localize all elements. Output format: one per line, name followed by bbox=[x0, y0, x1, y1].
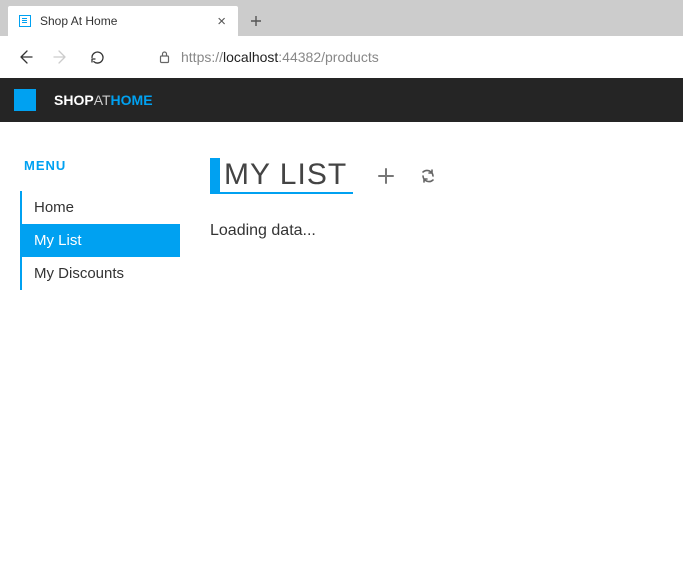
plus-icon bbox=[377, 167, 395, 185]
sidebar-item-my-discounts[interactable]: My Discounts bbox=[22, 257, 180, 290]
new-tab-button[interactable] bbox=[242, 6, 270, 36]
page-title-block: MY LIST bbox=[210, 158, 353, 194]
main-panel: MY LIST Loading data... bbox=[200, 158, 683, 290]
browser-chrome: Shop At Home × https://localhost:44382/p… bbox=[0, 0, 683, 78]
browser-toolbar: https://localhost:44382/products bbox=[0, 36, 683, 78]
loading-text: Loading data... bbox=[210, 222, 673, 240]
tab-title: Shop At Home bbox=[40, 14, 215, 28]
browser-tab[interactable]: Shop At Home × bbox=[8, 6, 238, 36]
url-scheme: https:// bbox=[181, 49, 223, 65]
address-bar[interactable]: https://localhost:44382/products bbox=[148, 42, 673, 72]
menu-heading: MENU bbox=[20, 158, 180, 173]
sidebar-item-home[interactable]: Home bbox=[22, 191, 180, 224]
plus-icon bbox=[250, 15, 262, 27]
lock-icon bbox=[158, 50, 171, 64]
brand-word-1: SHOP bbox=[54, 92, 94, 108]
url-path: :44382/products bbox=[278, 49, 378, 65]
page-title-row: MY LIST bbox=[210, 158, 673, 194]
refresh-button[interactable] bbox=[82, 42, 112, 72]
brand-word-3: HOME bbox=[111, 92, 153, 108]
title-accent-bar bbox=[210, 158, 220, 192]
app-header: SHOPATHOME bbox=[0, 78, 683, 122]
tab-strip: Shop At Home × bbox=[0, 0, 683, 36]
url-text: https://localhost:44382/products bbox=[181, 49, 379, 65]
forward-button bbox=[46, 42, 76, 72]
add-button[interactable] bbox=[377, 167, 395, 185]
refresh-list-button[interactable] bbox=[419, 167, 437, 185]
sidebar-item-my-list[interactable]: My List bbox=[22, 224, 180, 257]
content-area: MENU Home My List My Discounts MY LIST L… bbox=[0, 122, 683, 290]
menu-list: Home My List My Discounts bbox=[20, 191, 180, 290]
sidebar: MENU Home My List My Discounts bbox=[0, 158, 200, 290]
brand-title: SHOPATHOME bbox=[54, 92, 153, 108]
page-title: MY LIST bbox=[220, 158, 353, 192]
back-button[interactable] bbox=[10, 42, 40, 72]
arrow-left-icon bbox=[16, 48, 34, 66]
logo-icon bbox=[14, 89, 36, 111]
favicon-icon bbox=[18, 14, 32, 28]
close-icon[interactable]: × bbox=[215, 13, 228, 30]
brand-word-2: AT bbox=[94, 92, 111, 108]
url-host: localhost bbox=[223, 49, 278, 65]
refresh-icon bbox=[419, 167, 437, 185]
arrow-right-icon bbox=[52, 48, 70, 66]
refresh-icon bbox=[89, 49, 106, 66]
